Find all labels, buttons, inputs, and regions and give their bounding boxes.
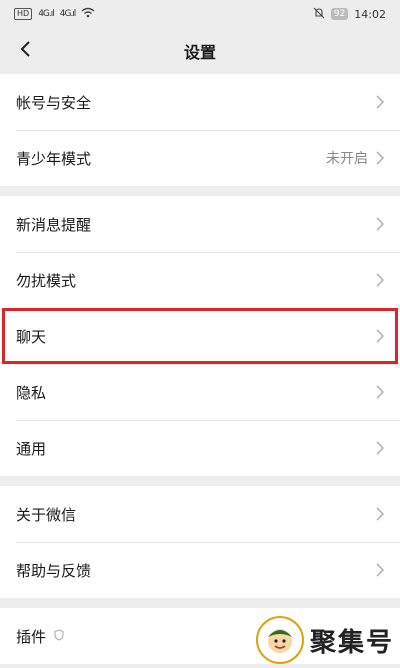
row-chat[interactable]: 聊天 [0, 308, 400, 364]
battery-indicator: 92 [330, 8, 349, 20]
row-label: 帐号与安全 [16, 93, 92, 112]
hd-badge: HD [14, 8, 33, 20]
chevron-left-icon [19, 40, 31, 62]
mute-icon [313, 7, 325, 22]
chevron-right-icon [376, 217, 384, 231]
chevron-right-icon [376, 385, 384, 399]
row-help-feedback[interactable]: 帮助与反馈 [0, 542, 400, 598]
row-label: 勿扰模式 [16, 271, 77, 290]
wifi-icon [81, 7, 95, 21]
settings-group-account: 帐号与安全 青少年模式 未开启 [0, 74, 400, 186]
row-label: 青少年模式 [16, 149, 92, 168]
clock: 14:02 [354, 7, 386, 21]
shield-icon [54, 627, 64, 645]
row-do-not-disturb[interactable]: 勿扰模式 [0, 252, 400, 308]
watermark-text: 聚集号 [309, 627, 394, 658]
settings-group-about: 关于微信 帮助与反馈 [0, 486, 400, 598]
chevron-right-icon [376, 95, 384, 109]
status-bar: HD 4G.ıl 4G.ıl 92 14:02 [0, 0, 400, 28]
row-label: 帮助与反馈 [16, 561, 92, 580]
nav-bar: 设置 [0, 28, 400, 74]
row-label: 插件 [16, 627, 47, 646]
chevron-right-icon [376, 151, 384, 165]
row-notifications[interactable]: 新消息提醒 [0, 196, 400, 252]
row-label: 聊天 [16, 327, 47, 346]
chevron-right-icon [376, 329, 384, 343]
signal-icon: 4G.ıl [38, 9, 55, 19]
row-label: 关于微信 [16, 505, 77, 524]
chevron-right-icon [376, 273, 384, 287]
mascot-logo-icon [255, 616, 304, 664]
row-teen-mode[interactable]: 青少年模式 未开启 [0, 130, 400, 186]
chevron-right-icon [376, 441, 384, 455]
row-label: 新消息提醒 [16, 215, 92, 234]
back-button[interactable] [10, 36, 40, 66]
chevron-right-icon [376, 563, 384, 577]
row-account-security[interactable]: 帐号与安全 [0, 74, 400, 130]
row-privacy[interactable]: 隐私 [0, 364, 400, 420]
row-general[interactable]: 通用 [0, 420, 400, 476]
settings-group-general: 新消息提醒 勿扰模式 聊天 隐私 通用 [0, 196, 400, 476]
row-label: 隐私 [16, 383, 47, 402]
page-title: 设置 [183, 43, 216, 62]
signal-icon: 4G.ıl [59, 9, 77, 19]
row-about-wechat[interactable]: 关于微信 [0, 486, 400, 542]
row-value: 未开启 [326, 151, 368, 167]
watermark: 聚集号 [255, 616, 394, 664]
row-label: 通用 [16, 439, 47, 458]
chevron-right-icon [376, 507, 384, 521]
